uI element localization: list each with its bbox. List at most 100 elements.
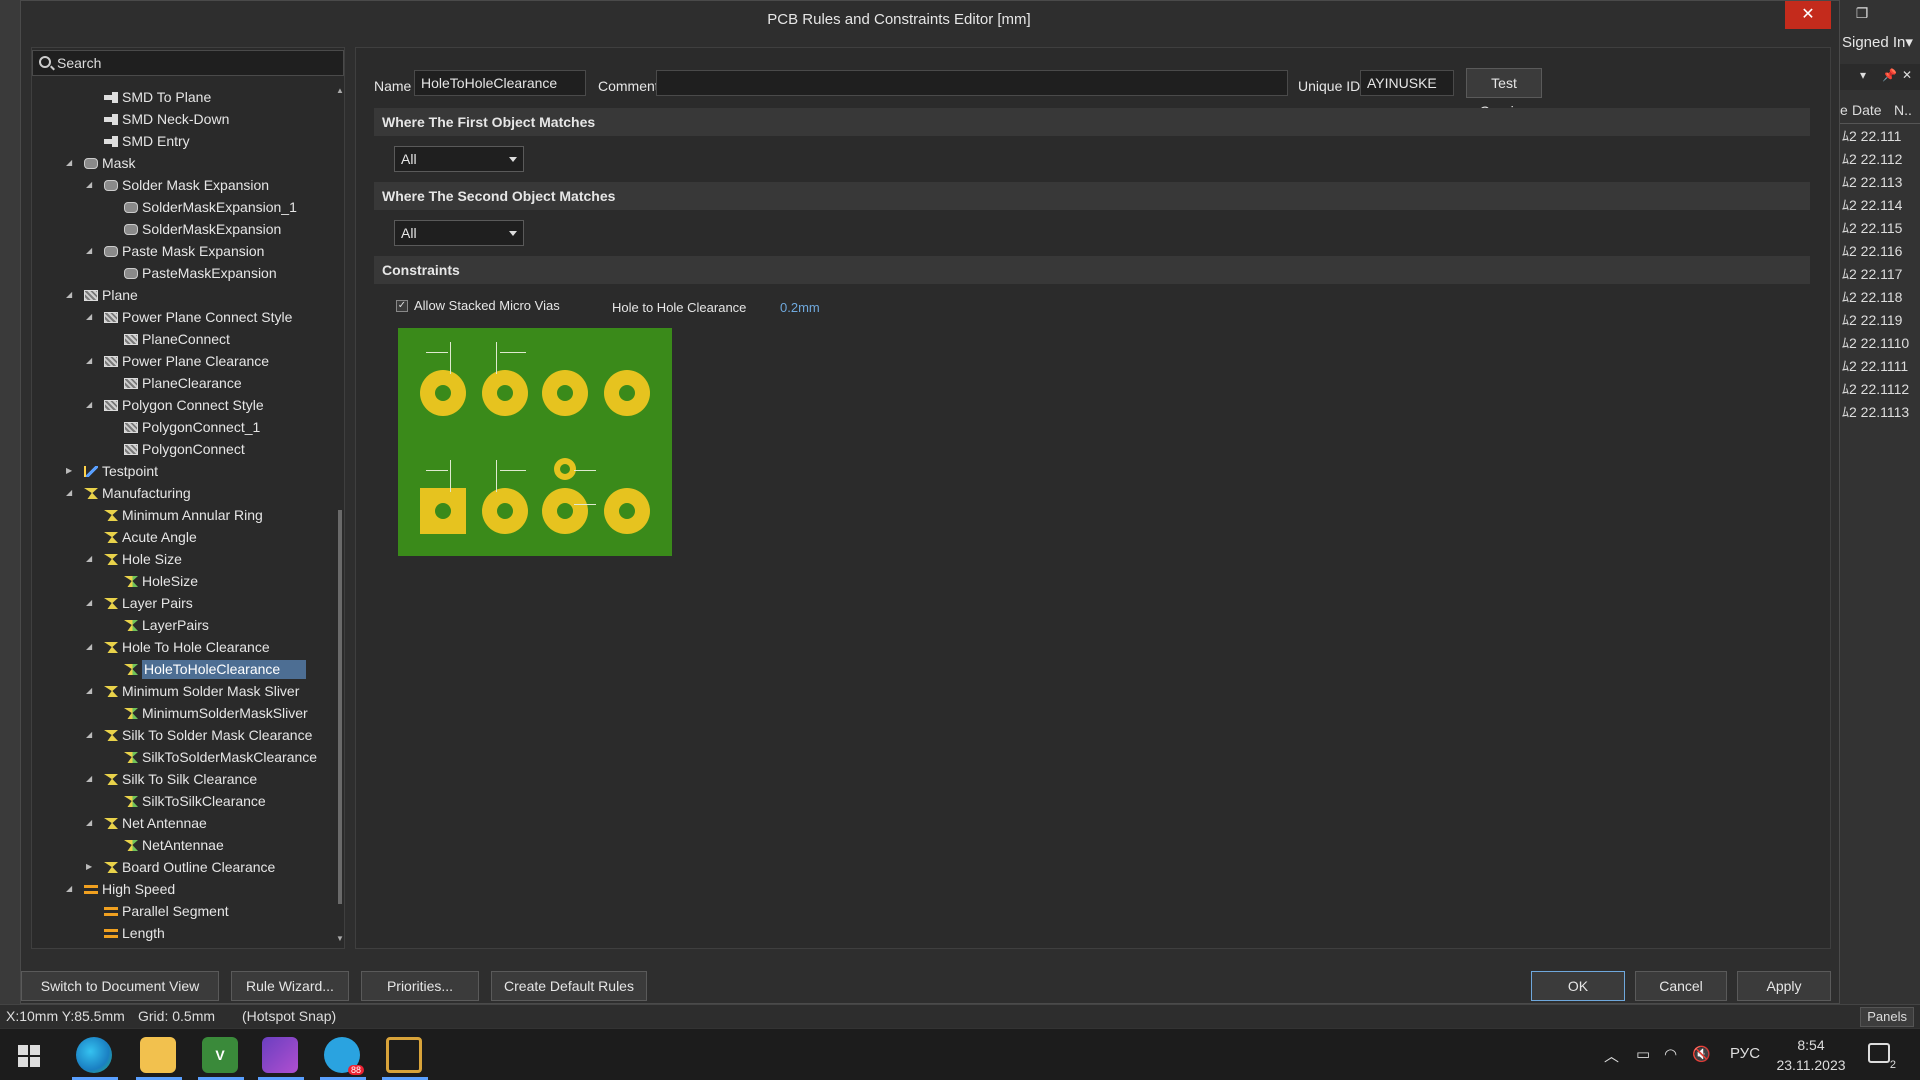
tree-item[interactable]: ◢ Paste Mask Expansion bbox=[86, 240, 264, 262]
collapse-icon[interactable]: ◢ bbox=[86, 724, 96, 746]
tree-item[interactable]: ◢ Layer Pairs bbox=[86, 592, 193, 614]
tree-item[interactable]: ◢ Net Antennae bbox=[86, 812, 207, 834]
collapse-icon[interactable]: ◢ bbox=[86, 592, 96, 614]
scrollbar-thumb[interactable] bbox=[338, 510, 342, 904]
signed-in-menu[interactable]: Signed In▾ bbox=[1842, 33, 1920, 51]
column-date[interactable]: Date bbox=[1852, 102, 1882, 118]
clock[interactable]: 8:54 23.11.2023 bbox=[1776, 1035, 1846, 1075]
tree-item[interactable]: SMD Neck-Down bbox=[104, 108, 229, 130]
rule-wizard-button[interactable]: Rule Wizard... bbox=[231, 971, 349, 1001]
second-object-dropdown[interactable]: All bbox=[394, 220, 524, 246]
tree-item[interactable]: ◢ Power Plane Connect Style bbox=[86, 306, 292, 328]
history-row[interactable]: ﾑ2 22.113 bbox=[1840, 171, 1909, 194]
history-row[interactable]: ﾑ2 22.1111 bbox=[1840, 355, 1909, 378]
close-panel-icon[interactable]: ✕ bbox=[1902, 68, 1912, 82]
tree-item[interactable]: Length bbox=[104, 922, 165, 944]
ok-button[interactable]: OK bbox=[1531, 971, 1625, 1001]
cancel-button[interactable]: Cancel bbox=[1635, 971, 1727, 1001]
collapse-icon[interactable]: ◢ bbox=[86, 680, 96, 702]
name-input[interactable]: HoleToHoleClearance bbox=[414, 70, 586, 96]
panels-button[interactable]: Panels bbox=[1860, 1007, 1914, 1027]
tree-item[interactable]: MinimumSolderMaskSliver bbox=[124, 702, 308, 724]
tree-item[interactable]: HoleToHoleClearance bbox=[124, 658, 307, 680]
apply-button[interactable]: Apply bbox=[1737, 971, 1831, 1001]
first-object-dropdown[interactable]: All bbox=[394, 146, 524, 172]
column-n[interactable]: N.. bbox=[1894, 102, 1912, 118]
tree-item[interactable]: PolygonConnect_1 bbox=[124, 416, 260, 438]
tree-item[interactable]: ◢ Silk To Solder Mask Clearance bbox=[86, 724, 312, 746]
history-row[interactable]: ﾑ2 22.1112 bbox=[1840, 378, 1909, 401]
create-default-rules-button[interactable]: Create Default Rules bbox=[491, 971, 647, 1001]
wifi-icon[interactable]: ◠ bbox=[1664, 1045, 1677, 1063]
history-row[interactable]: ﾑ2 22.1113 bbox=[1840, 401, 1909, 424]
collapse-icon[interactable]: ◢ bbox=[86, 240, 96, 262]
tree-item[interactable]: PlaneConnect bbox=[124, 328, 230, 350]
expand-icon[interactable]: ▶ bbox=[66, 460, 76, 482]
history-row[interactable]: ﾑ2 22.1110 bbox=[1840, 332, 1909, 355]
tree-item[interactable]: NetAntennae bbox=[124, 834, 224, 856]
tree-item[interactable]: Parallel Segment bbox=[104, 900, 229, 922]
collapse-icon[interactable]: ◢ bbox=[86, 636, 96, 658]
close-button[interactable]: ✕ bbox=[1785, 1, 1831, 29]
unique-id-input[interactable]: AYINUSKE bbox=[1360, 70, 1454, 96]
collapse-icon[interactable]: ◢ bbox=[86, 350, 96, 372]
tree-item[interactable]: PlaneClearance bbox=[124, 372, 242, 394]
collapse-icon[interactable]: ◢ bbox=[66, 482, 76, 504]
scroll-up-icon[interactable]: ▲ bbox=[336, 86, 344, 95]
windows-start-icon[interactable] bbox=[18, 1045, 40, 1067]
tree-item[interactable]: SolderMaskExpansion bbox=[124, 218, 281, 240]
tree-item[interactable]: Acute Angle bbox=[104, 526, 197, 548]
tray-chevron-icon[interactable]: ︿ bbox=[1604, 1045, 1619, 1066]
visual-studio-icon[interactable] bbox=[262, 1037, 298, 1073]
pin-icon[interactable]: 📌 bbox=[1882, 68, 1897, 82]
history-row[interactable]: ﾑ2 22.112 bbox=[1840, 148, 1909, 171]
collapse-icon[interactable]: ◢ bbox=[86, 768, 96, 790]
tree-item[interactable]: PolygonConnect bbox=[124, 438, 245, 460]
tree-item[interactable]: SolderMaskExpansion_1 bbox=[124, 196, 297, 218]
collapse-icon[interactable]: ◢ bbox=[66, 152, 76, 174]
expand-icon[interactable]: ▶ bbox=[86, 856, 96, 878]
history-row[interactable]: ﾑ2 22.117 bbox=[1840, 263, 1909, 286]
test-queries-button[interactable]: Test Queries bbox=[1466, 68, 1542, 119]
tree-item[interactable]: SilkToSolderMaskClearance bbox=[124, 746, 317, 768]
allow-stacked-checkbox[interactable]: ✓ bbox=[396, 300, 408, 312]
tree-item[interactable]: ◢ Plane bbox=[66, 284, 138, 306]
tree-item[interactable]: ▶ Testpoint bbox=[66, 460, 158, 482]
edge-browser-icon[interactable] bbox=[76, 1037, 112, 1073]
notifications-icon[interactable]: 2 bbox=[1868, 1043, 1896, 1071]
dropdown-icon[interactable]: ▾ bbox=[1860, 68, 1866, 82]
altium-icon[interactable] bbox=[386, 1037, 422, 1073]
tree-item[interactable]: SMD To Plane bbox=[104, 86, 211, 108]
tree-item[interactable]: LayerPairs bbox=[124, 614, 209, 636]
history-row[interactable]: ﾑ2 22.115 bbox=[1840, 217, 1909, 240]
volume-muted-icon[interactable]: 🔇 bbox=[1692, 1045, 1711, 1063]
tree-item[interactable]: HoleSize bbox=[124, 570, 198, 592]
history-row[interactable]: ﾑ2 22.114 bbox=[1840, 194, 1909, 217]
tree-item[interactable]: ◢ Minimum Solder Mask Sliver bbox=[86, 680, 299, 702]
vectorworks-icon[interactable]: V bbox=[202, 1037, 238, 1073]
battery-icon[interactable]: ▭ bbox=[1636, 1045, 1650, 1063]
switch-view-button[interactable]: Switch to Document View bbox=[21, 971, 219, 1001]
history-row[interactable]: ﾑ2 22.111 bbox=[1840, 125, 1909, 148]
input-language[interactable]: РУС bbox=[1730, 1045, 1760, 1062]
history-row[interactable]: ﾑ2 22.118 bbox=[1840, 286, 1909, 309]
tree-item[interactable]: ◢ Power Plane Clearance bbox=[86, 350, 269, 372]
tree-item[interactable]: ◢ High Speed bbox=[66, 878, 175, 900]
collapse-icon[interactable]: ◢ bbox=[86, 812, 96, 834]
collapse-icon[interactable]: ◢ bbox=[86, 174, 96, 196]
file-explorer-icon[interactable] bbox=[140, 1037, 176, 1073]
scroll-down-icon[interactable]: ▼ bbox=[336, 934, 344, 943]
tree-scrollbar[interactable]: ▲ ▼ bbox=[336, 86, 344, 946]
priorities-button[interactable]: Priorities... bbox=[361, 971, 479, 1001]
comment-input[interactable] bbox=[656, 70, 1288, 96]
tree-item[interactable]: PasteMaskExpansion bbox=[124, 262, 277, 284]
tree-item[interactable]: SilkToSilkClearance bbox=[124, 790, 266, 812]
search-box[interactable]: Search bbox=[32, 50, 344, 76]
tree-item[interactable]: ◢ Manufacturing bbox=[66, 482, 191, 504]
tree-item[interactable]: Minimum Annular Ring bbox=[104, 504, 263, 526]
tree-item[interactable]: ◢ Hole To Hole Clearance bbox=[86, 636, 270, 658]
tree-item[interactable]: ◢ Hole Size bbox=[86, 548, 182, 570]
tree-item[interactable]: ▶ Board Outline Clearance bbox=[86, 856, 275, 878]
collapse-icon[interactable]: ◢ bbox=[66, 284, 76, 306]
clearance-value[interactable]: 0.2mm bbox=[780, 300, 820, 315]
